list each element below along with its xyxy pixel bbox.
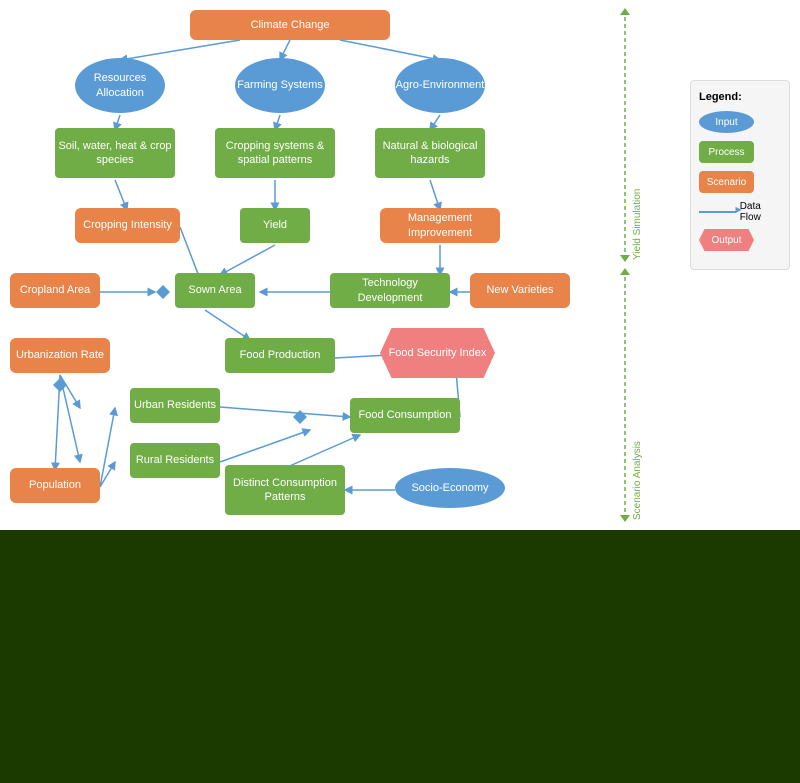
- scenario-analysis-label: Scenario Analysis: [632, 275, 643, 520]
- cropping-systems-node[interactable]: Cropping systems & spatial patterns: [215, 128, 335, 178]
- legend-scenario-box: Scenario: [699, 171, 754, 193]
- legend-output: Output: [699, 229, 781, 251]
- legend-panel: Legend: Input Process Scenario Data Flow…: [690, 80, 790, 270]
- population-node[interactable]: Population: [10, 468, 100, 503]
- tech-dev-node[interactable]: Technology Development: [330, 273, 450, 308]
- yield-node[interactable]: Yield: [240, 208, 310, 243]
- legend-scenario: Scenario: [699, 171, 781, 193]
- cropland-area-node[interactable]: Cropland Area: [10, 273, 100, 308]
- legend-arrow: [699, 211, 736, 213]
- urban-residents-node[interactable]: Urban Residents: [130, 388, 220, 423]
- food-security-node[interactable]: Food Security Index: [380, 328, 495, 378]
- distinct-consumption-node[interactable]: Distinct Consumption Patterns: [225, 465, 345, 515]
- urbanization-node[interactable]: Urbanization Rate: [10, 338, 110, 373]
- legend-output-box: Output: [699, 229, 754, 251]
- agro-environment-node[interactable]: Agro-Environment: [395, 58, 485, 113]
- farming-systems-node[interactable]: Farming Systems: [235, 58, 325, 113]
- legend-data-flow: Data Flow: [699, 201, 781, 223]
- socio-economy-node[interactable]: Socio-Economy: [395, 468, 505, 508]
- legend-process: Process: [699, 141, 781, 163]
- legend-input: Input: [699, 111, 781, 133]
- bottom-dark-area: [0, 530, 800, 783]
- new-varieties-node[interactable]: New Varieties: [470, 273, 570, 308]
- food-consumption-node[interactable]: Food Consumption: [350, 398, 460, 433]
- soil-water-node[interactable]: Soil, water, heat & crop species: [55, 128, 175, 178]
- food-production-node[interactable]: Food Production: [225, 338, 335, 373]
- yield-simulation-label: Yield Simulation: [632, 15, 643, 260]
- management-node[interactable]: Management Improvement: [380, 208, 500, 243]
- legend-title: Legend:: [699, 91, 781, 103]
- rural-residents-node[interactable]: Rural Residents: [130, 443, 220, 478]
- sown-area-node[interactable]: Sown Area: [175, 273, 255, 308]
- cropping-intensity-node[interactable]: Cropping Intensity: [75, 208, 180, 243]
- natural-hazards-node[interactable]: Natural & biological hazards: [375, 128, 485, 178]
- diagram-area: Climate Change Resources Allocation Farm…: [0, 0, 800, 530]
- resources-allocation-node[interactable]: Resources Allocation: [75, 58, 165, 113]
- climate-change-node[interactable]: Climate Change: [190, 10, 390, 40]
- legend-input-box: Input: [699, 111, 754, 133]
- legend-process-box: Process: [699, 141, 754, 163]
